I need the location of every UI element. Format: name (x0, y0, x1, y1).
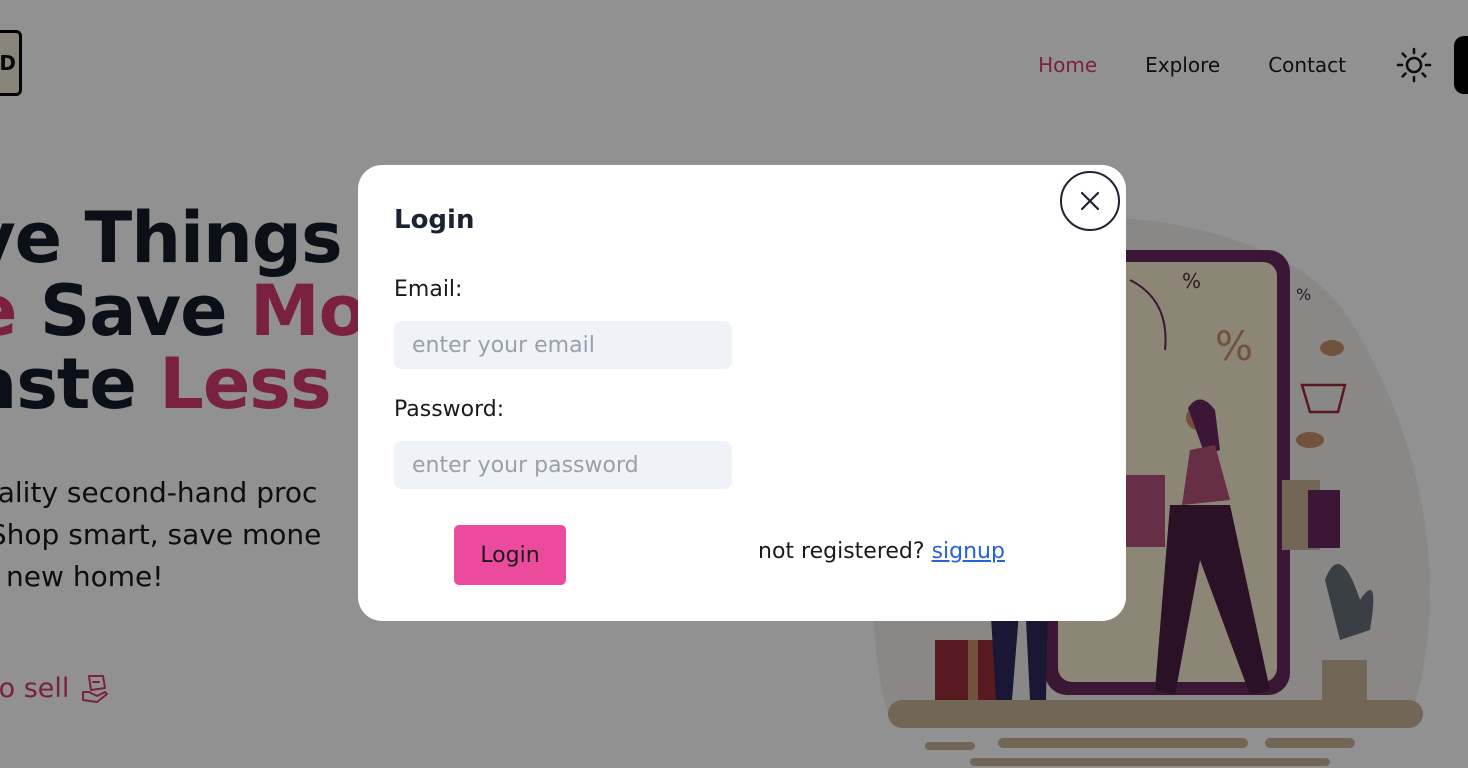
password-field[interactable] (394, 441, 732, 489)
password-label: Password: (394, 397, 505, 422)
email-label: Email: (394, 277, 463, 302)
signup-link[interactable]: signup (932, 539, 1005, 564)
email-field[interactable] (394, 321, 732, 369)
close-icon (1080, 191, 1100, 211)
login-modal: Login Email: Password: Login not registe… (358, 165, 1126, 621)
register-prompt: not registered? signup (758, 539, 1005, 564)
login-button[interactable]: Login (454, 525, 566, 585)
close-button[interactable] (1060, 171, 1120, 231)
modal-title: Login (394, 205, 475, 235)
